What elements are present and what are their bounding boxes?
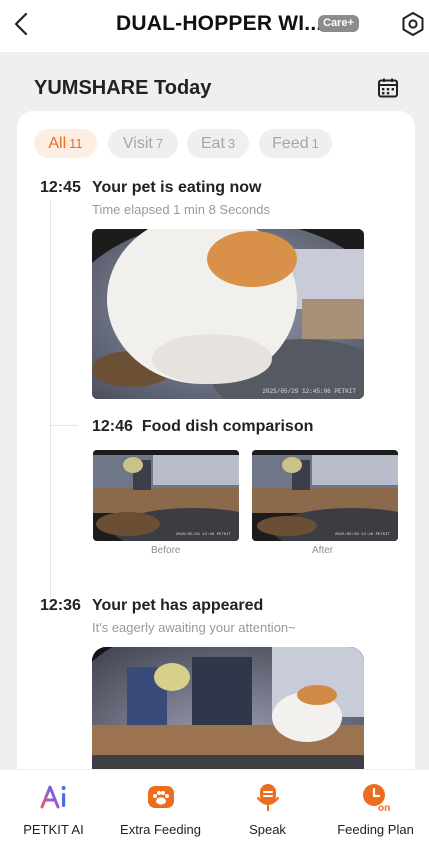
event-subtitle: Time elapsed 1 min 8 Seconds bbox=[92, 202, 271, 217]
camera-timestamp: 2025/05/29 12:45:06 PETKIT bbox=[262, 388, 356, 395]
filter-count: 1 bbox=[311, 136, 319, 151]
event-time: 12:45 bbox=[40, 179, 81, 196]
event-time: 12:36 bbox=[40, 597, 81, 614]
filter-chip-feed[interactable]: Feed 1 bbox=[259, 129, 332, 158]
after-caption: After bbox=[312, 545, 334, 556]
nav-label: Feeding Plan bbox=[337, 822, 414, 837]
filter-chip-all[interactable]: All 11 bbox=[34, 129, 97, 158]
event-title: Your pet has appeared bbox=[92, 597, 264, 614]
camera-timestamp: 2025/05/29 12:46 PETKIT bbox=[334, 533, 390, 537]
event-title: Your pet is eating now bbox=[92, 179, 262, 196]
filter-label: Eat bbox=[200, 135, 225, 152]
before-caption: Before bbox=[151, 545, 181, 556]
before-dish-image[interactable]: 2025/05/29 12:46 PETKIT bbox=[93, 450, 239, 541]
filter-count: 11 bbox=[69, 136, 83, 151]
ai-icon bbox=[40, 785, 66, 809]
top-bar: DUAL-HOPPER WI... Care+ bbox=[0, 0, 429, 52]
timeline-line bbox=[50, 200, 51, 600]
nav-label: Speak bbox=[249, 822, 286, 837]
settings-gear-icon[interactable] bbox=[400, 11, 426, 37]
comparison-title: 12:46 Food dish comparison bbox=[92, 418, 313, 436]
care-plus-badge[interactable]: Care+ bbox=[318, 15, 359, 32]
calendar-icon[interactable] bbox=[377, 77, 399, 99]
timeline-branch bbox=[50, 425, 78, 426]
clock-on-icon: on bbox=[362, 784, 390, 812]
camera-timestamp: 2025/05/29 12:46 PETKIT bbox=[175, 533, 231, 537]
filter-chip-eat[interactable]: Eat 3 bbox=[187, 129, 249, 158]
section-title: YUMSHARE Today bbox=[34, 77, 212, 99]
device-title: DUAL-HOPPER WI... bbox=[116, 12, 323, 35]
nav-label: Extra Feeding bbox=[120, 822, 201, 837]
nav-extra-feeding[interactable]: Extra Feeding bbox=[107, 770, 214, 854]
event-subtitle: It's eagerly awaiting your attention~ bbox=[92, 620, 296, 635]
svg-text:on: on bbox=[378, 803, 390, 812]
bottom-nav: PETKIT AI Extra Feeding Speak on Feeding… bbox=[0, 769, 429, 854]
event-title: Food dish comparison bbox=[141, 418, 314, 435]
filter-label: All bbox=[48, 135, 67, 152]
filter-count: 3 bbox=[227, 136, 236, 151]
filter-chip-visit[interactable]: Visit 7 bbox=[108, 129, 178, 158]
paw-bowl-icon bbox=[147, 786, 174, 808]
back-arrow-icon[interactable] bbox=[8, 10, 36, 38]
filter-count: 7 bbox=[155, 136, 164, 151]
pet-appeared-image[interactable] bbox=[92, 647, 364, 769]
microphone-icon bbox=[256, 784, 279, 812]
nav-feeding-plan[interactable]: on Feeding Plan bbox=[322, 770, 429, 854]
after-dish-image[interactable]: 2025/05/29 12:46 PETKIT bbox=[252, 450, 398, 541]
nav-label: PETKIT AI bbox=[23, 822, 84, 837]
eating-snapshot-image[interactable]: 2025/05/29 12:45:06 PETKIT bbox=[92, 229, 364, 399]
nav-petkit-ai[interactable]: PETKIT AI bbox=[0, 770, 107, 854]
filter-label: Feed bbox=[272, 135, 309, 152]
nav-speak[interactable]: Speak bbox=[214, 770, 321, 854]
filter-label: Visit bbox=[122, 135, 153, 152]
event-time: 12:46 bbox=[92, 418, 133, 435]
